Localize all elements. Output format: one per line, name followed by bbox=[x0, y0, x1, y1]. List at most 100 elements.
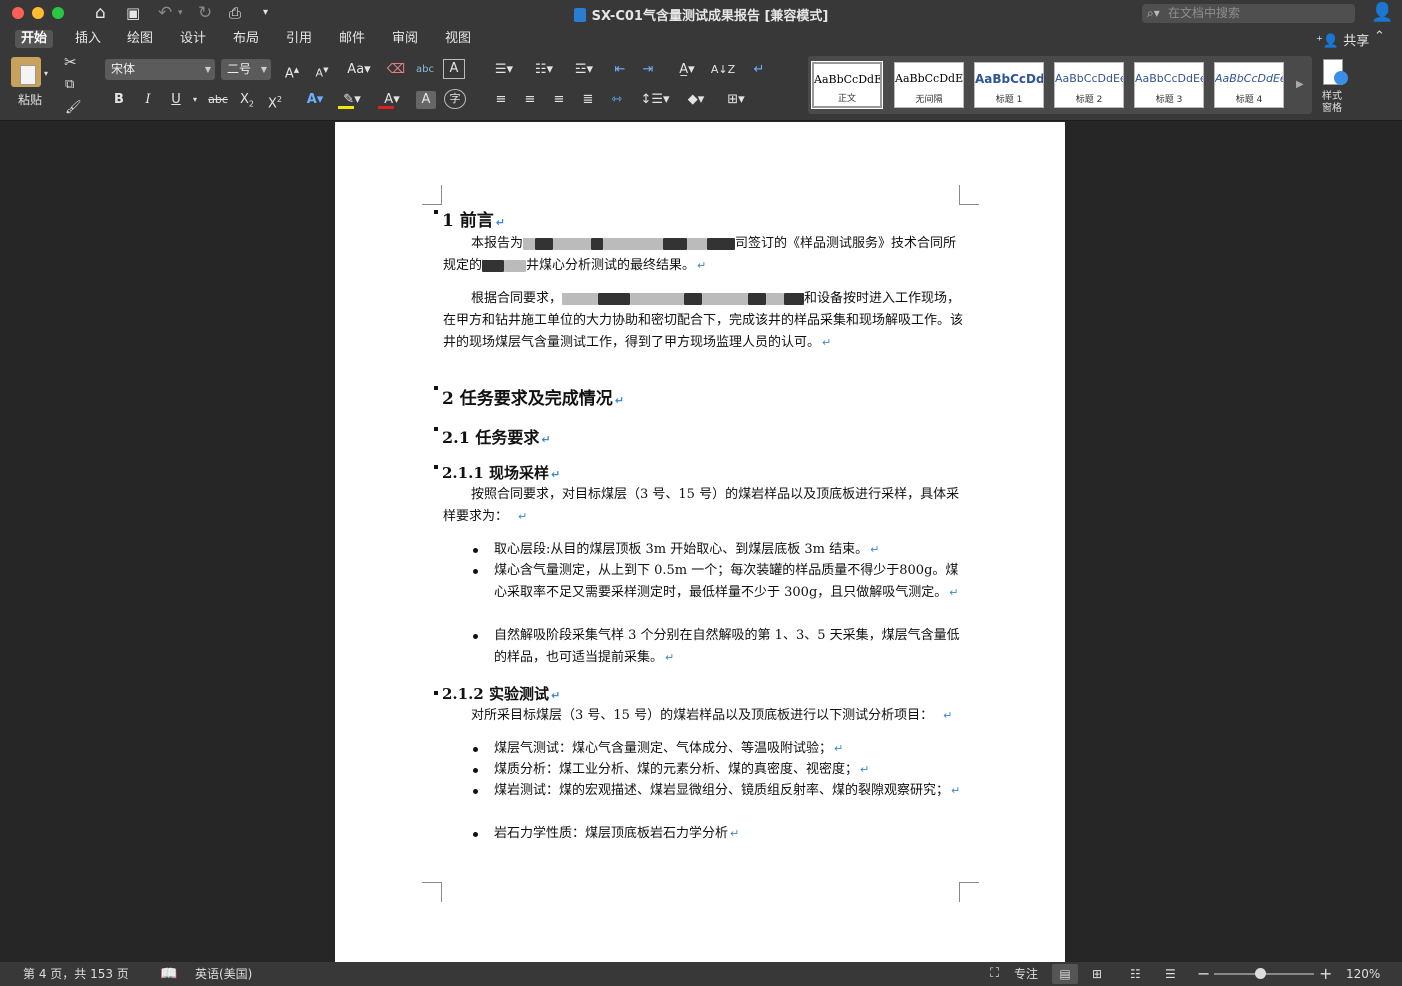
heading-marker bbox=[434, 427, 438, 431]
redo-icon[interactable]: ↻ bbox=[198, 3, 212, 23]
document-page[interactable]: 1 前言 ↵ 本报告为 司签订的《样品测试服务》技术合同所规定的 井煤心分析测试的最终… bbox=[335, 122, 1065, 962]
share-button[interactable]: ⁺👤 共享 bbox=[1316, 30, 1369, 49]
bold-button[interactable]: B bbox=[108, 89, 130, 111]
style-heading-2[interactable]: AaBbCcDdEe 标题 2 bbox=[1054, 62, 1124, 108]
redacted-text bbox=[535, 237, 554, 250]
bullets-icon[interactable]: ☰▾ bbox=[486, 59, 522, 81]
asian-layout-icon[interactable]: A̲▾ bbox=[670, 59, 704, 81]
redacted-text bbox=[687, 237, 708, 250]
numbering-icon[interactable]: ☷▾ bbox=[526, 59, 562, 81]
zoom-slider-handle[interactable] bbox=[1255, 968, 1266, 979]
tab-view[interactable]: 视图 bbox=[445, 30, 471, 48]
grow-font-icon[interactable]: A▲ bbox=[280, 59, 304, 81]
style-heading-3[interactable]: AaBbCcDdEe 标题 3 bbox=[1134, 62, 1204, 108]
style-normal[interactable]: AaBbCcDdEe正文 bbox=[811, 61, 883, 109]
zoom-window-button[interactable] bbox=[52, 7, 64, 19]
zoom-in-icon[interactable]: + bbox=[1319, 962, 1332, 986]
italic-button[interactable]: I bbox=[137, 89, 159, 111]
copy-icon[interactable]: ⧉ bbox=[65, 76, 74, 94]
character-border-icon[interactable]: A bbox=[443, 59, 465, 79]
heading-lab-testing: 2.1.2 实验测试 ↵ bbox=[442, 685, 561, 703]
paste-dropdown-icon[interactable]: ▾ bbox=[44, 65, 48, 83]
crop-mark bbox=[959, 882, 979, 902]
ribbon: ▾ 粘贴 ✂ ⧉ 🖌 宋体 ▼ 二号 ▼ A▲ A▼ Aa▾ ⌫ abc A B I… bbox=[0, 51, 1402, 121]
character-shading-icon[interactable]: A bbox=[416, 91, 436, 109]
tab-layout[interactable]: 布局 bbox=[233, 30, 259, 48]
phonetic-guide-icon[interactable]: abc bbox=[413, 59, 437, 81]
tab-insert[interactable]: 插入 bbox=[75, 30, 101, 48]
save-icon[interactable]: ▣ bbox=[126, 3, 140, 23]
clear-formatting-icon[interactable]: ⌫ bbox=[384, 59, 408, 81]
text-effects-icon[interactable]: A▾ bbox=[300, 89, 330, 111]
print-layout-icon[interactable]: ▤ bbox=[1052, 964, 1078, 984]
collapse-ribbon-icon[interactable]: ⌃ bbox=[1374, 29, 1385, 44]
print-icon[interactable]: ⎙ bbox=[229, 3, 241, 23]
underline-button[interactable]: U bbox=[165, 89, 187, 111]
web-layout-icon[interactable]: ⊞ bbox=[1092, 962, 1102, 986]
close-window-button[interactable] bbox=[12, 7, 24, 19]
language[interactable]: 英语(美国) bbox=[195, 962, 252, 986]
account-icon[interactable]: 👤 bbox=[1371, 2, 1393, 23]
decrease-indent-icon[interactable]: ⇤ bbox=[608, 59, 632, 81]
search-input[interactable]: ⌕▾ 在文档中搜索 bbox=[1142, 4, 1355, 23]
styles-more-icon[interactable]: ▶ bbox=[1296, 76, 1304, 94]
home-icon[interactable]: ⌂ bbox=[95, 3, 106, 23]
zoom-level[interactable]: 120% bbox=[1346, 962, 1380, 986]
undo-icon[interactable]: ↶ bbox=[158, 3, 172, 23]
crop-mark bbox=[422, 185, 442, 205]
distributed-icon[interactable]: ⇿ bbox=[605, 89, 629, 111]
align-center-icon[interactable]: ≡ bbox=[518, 89, 542, 111]
font-name-select[interactable]: 宋体 ▼ bbox=[105, 59, 215, 80]
subscript-button[interactable]: X2 bbox=[236, 89, 258, 111]
page-count[interactable]: 第 4 页，共 153 页 bbox=[23, 962, 129, 986]
tab-review[interactable]: 审阅 bbox=[392, 30, 418, 48]
align-left-icon[interactable]: ≡ bbox=[489, 89, 513, 111]
minimize-window-button[interactable] bbox=[32, 7, 44, 19]
focus-icon[interactable]: ⛶ bbox=[990, 962, 999, 986]
multilevel-list-icon[interactable]: ☲▾ bbox=[566, 59, 602, 81]
font-color-icon[interactable]: A ▾ bbox=[375, 89, 409, 111]
format-painter-icon[interactable]: 🖌 bbox=[65, 99, 82, 117]
outline-view-icon[interactable]: ☷ bbox=[1130, 962, 1141, 986]
increase-indent-icon[interactable]: ⇥ bbox=[636, 59, 660, 81]
status-bar: 第 4 页，共 153 页 📖 英语(美国) ⛶ 专注 ▤ ⊞ ☷ ☰ − + … bbox=[0, 962, 1402, 986]
style-heading-1[interactable]: AaBbCcDdI 标题 1 bbox=[974, 62, 1044, 108]
tab-home[interactable]: 开始 bbox=[15, 30, 54, 48]
tab-references[interactable]: 引用 bbox=[286, 30, 312, 48]
cut-icon[interactable]: ✂ bbox=[64, 53, 77, 71]
style-no-spacing[interactable]: AaBbCcDdEe 无间隔 bbox=[894, 62, 964, 108]
styles-pane-icon[interactable] bbox=[1320, 59, 1350, 89]
borders-icon[interactable]: ⊞▾ bbox=[718, 89, 754, 111]
tab-design[interactable]: 设计 bbox=[180, 30, 206, 48]
proofing-icon[interactable]: 📖 bbox=[160, 962, 177, 986]
word-doc-icon bbox=[573, 8, 586, 22]
change-case-icon[interactable]: Aa▾ bbox=[343, 59, 375, 81]
highlight-color-icon[interactable]: ✎ ▾ bbox=[335, 89, 369, 111]
redacted-text bbox=[482, 259, 505, 272]
tab-draw[interactable]: 绘图 bbox=[127, 30, 153, 48]
justify-icon[interactable]: ≣ bbox=[576, 89, 600, 111]
line-spacing-icon[interactable]: ↕☰▾ bbox=[638, 89, 672, 111]
strikethrough-button[interactable]: abc bbox=[204, 89, 232, 111]
tab-mailings[interactable]: 邮件 bbox=[339, 30, 365, 48]
styles-pane-label[interactable]: 样式 窗格 bbox=[1322, 91, 1342, 115]
focus-label[interactable]: 专注 bbox=[1014, 962, 1038, 986]
sort-icon[interactable]: A↓Z bbox=[710, 59, 736, 81]
shading-icon[interactable]: ◆▾ bbox=[678, 89, 714, 111]
redacted-text bbox=[748, 292, 767, 305]
bullet bbox=[473, 832, 478, 837]
underline-dropdown-icon[interactable]: ▾ bbox=[190, 89, 200, 111]
show-paragraph-marks-icon[interactable]: ↵ bbox=[746, 59, 772, 81]
enclose-characters-icon[interactable]: 字 bbox=[444, 89, 466, 109]
zoom-out-icon[interactable]: − bbox=[1197, 962, 1210, 986]
align-right-icon[interactable]: ≡ bbox=[547, 89, 571, 111]
list-item: 煤质分析：煤工业分析、煤的元素分析、煤的真密度、视密度； ↵ bbox=[494, 762, 870, 777]
font-size-select[interactable]: 二号 ▼ bbox=[221, 59, 271, 80]
draft-view-icon[interactable]: ☰ bbox=[1165, 962, 1176, 986]
paste-icon[interactable] bbox=[11, 57, 41, 87]
customize-toolbar-icon[interactable]: ▾ bbox=[263, 3, 268, 23]
undo-dropdown-icon[interactable]: ▾ bbox=[178, 3, 183, 23]
superscript-button[interactable]: X2 bbox=[264, 89, 286, 111]
style-heading-4[interactable]: AaBbCcDdEe 标题 4 bbox=[1214, 62, 1284, 108]
shrink-font-icon[interactable]: A▼ bbox=[310, 59, 334, 81]
